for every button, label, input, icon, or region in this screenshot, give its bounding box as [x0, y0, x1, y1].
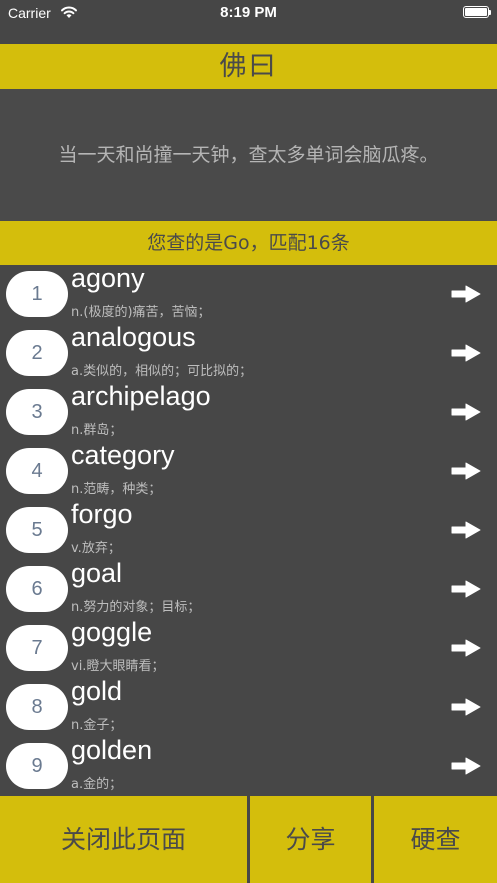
word-definition: n.努力的对象；目标；: [71, 600, 201, 615]
arrow-right-icon[interactable]: [451, 462, 481, 480]
arrow-right-icon[interactable]: [451, 580, 481, 598]
hard-lookup-button[interactable]: 硬查: [374, 796, 497, 883]
item-number-badge: 2: [6, 330, 68, 376]
word-list[interactable]: 1 agony n.(极度的)痛苦，苦恼； 2 analogous a.类似的，…: [0, 265, 497, 794]
word-definition: n.金子；: [71, 718, 123, 733]
share-button[interactable]: 分享: [250, 796, 371, 883]
item-number-badge: 1: [6, 271, 68, 317]
battery-icon: [463, 6, 491, 18]
word-title: analogous: [71, 322, 196, 352]
item-number-badge: 6: [6, 566, 68, 612]
word-title: goggle: [71, 617, 153, 647]
list-item[interactable]: 6 goal n.努力的对象；目标；: [0, 558, 497, 619]
list-item[interactable]: 3 archipelago n.群岛；: [0, 381, 497, 442]
close-page-button[interactable]: 关闭此页面: [0, 796, 247, 883]
word-title: golden: [71, 735, 153, 765]
item-number-badge: 7: [6, 625, 68, 671]
word-definition: a.金的；: [71, 777, 123, 792]
word-definition: v.放弃；: [71, 541, 121, 556]
match-count-banner: 您查的是Go，匹配16条: [0, 221, 497, 265]
list-item[interactable]: 9 golden a.金的；: [0, 735, 497, 794]
list-item[interactable]: 7 goggle vi.瞪大眼睛看；: [0, 617, 497, 678]
status-bar: Carrier 8:19 PM: [0, 0, 497, 44]
list-item[interactable]: 2 analogous a.类似的，相似的；可比拟的；: [0, 322, 497, 383]
item-number-badge: 8: [6, 684, 68, 730]
arrow-right-icon[interactable]: [451, 344, 481, 362]
arrow-right-icon[interactable]: [451, 285, 481, 303]
list-item[interactable]: 5 forgo v.放弃；: [0, 499, 497, 560]
item-number-badge: 9: [6, 743, 68, 789]
item-number-badge: 4: [6, 448, 68, 494]
quote-area: 当一天和尚撞一天钟，查太多单词会脑瓜疼。: [0, 89, 497, 221]
word-title: archipelago: [71, 381, 211, 411]
list-item[interactable]: 4 category n.范畴，种类；: [0, 440, 497, 501]
arrow-right-icon[interactable]: [451, 403, 481, 421]
bottom-toolbar: 关闭此页面 分享 硬查: [0, 794, 497, 883]
word-title: gold: [71, 676, 123, 706]
word-title: forgo: [71, 499, 133, 529]
arrow-right-icon[interactable]: [451, 639, 481, 657]
quote-text: 当一天和尚撞一天钟，查太多单词会脑瓜疼。: [58, 144, 439, 166]
word-definition: vi.瞪大眼睛看；: [71, 659, 165, 674]
word-definition: a.类似的，相似的；可比拟的；: [71, 364, 253, 379]
word-definition: n.范畴，种类；: [71, 482, 162, 497]
arrow-right-icon[interactable]: [451, 757, 481, 775]
word-definition: n.群岛；: [71, 423, 123, 438]
item-number-badge: 5: [6, 507, 68, 553]
list-item[interactable]: 8 gold n.金子；: [0, 676, 497, 737]
word-title: category: [71, 440, 175, 470]
item-number-badge: 3: [6, 389, 68, 435]
word-title: goal: [71, 558, 123, 588]
page-title: 佛曰: [0, 44, 497, 89]
word-definition: n.(极度的)痛苦，苦恼；: [71, 305, 211, 320]
list-item[interactable]: 1 agony n.(极度的)痛苦，苦恼；: [0, 265, 497, 324]
status-time: 8:19 PM: [220, 4, 277, 21]
arrow-right-icon[interactable]: [451, 698, 481, 716]
arrow-right-icon[interactable]: [451, 521, 481, 539]
word-title: agony: [71, 265, 145, 293]
